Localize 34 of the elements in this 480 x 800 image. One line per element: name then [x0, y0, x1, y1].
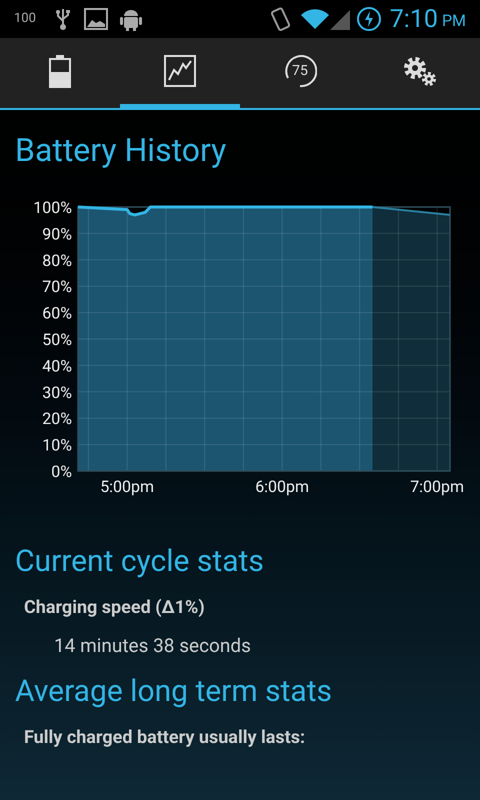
clock-am-pm: PM — [442, 13, 466, 29]
axis-label: 30% — [42, 382, 72, 402]
axis-label: 80% — [42, 250, 72, 270]
axis-label: 100% — [33, 198, 72, 217]
axis-label: 10% — [42, 436, 72, 455]
line-chart-icon — [164, 55, 196, 87]
gauge-value: 75 — [292, 62, 308, 80]
battery-percent-text: 100 — [14, 10, 36, 28]
page-title: Battery History — [15, 130, 228, 170]
clock-time: 7:10 — [390, 6, 438, 32]
charging-icon — [356, 6, 382, 32]
gauge-icon — [283, 54, 317, 88]
rotation-icon — [270, 6, 292, 32]
stat-label: Charging speed (Δ1%) — [24, 596, 206, 620]
battery-icon — [48, 54, 72, 88]
axis-label: 60% — [42, 304, 72, 323]
axis-label: 70% — [42, 277, 72, 296]
section-heading: Average long term stats — [15, 674, 333, 710]
axis-label: 0% — [51, 462, 72, 481]
usb-icon — [56, 7, 70, 31]
section-heading: Current cycle stats — [15, 544, 265, 580]
axis-label: 20% — [42, 409, 72, 428]
stat-label: Fully charged battery usually lasts: — [24, 726, 306, 750]
settings-icon — [402, 55, 438, 87]
axis-label: 6:00pm — [255, 477, 310, 496]
axis-label: 5:00pm — [100, 477, 154, 496]
image-icon — [84, 8, 108, 30]
axis-label: 7:00pm — [410, 477, 464, 496]
axis-label: 50% — [42, 330, 72, 349]
axis-label: 90% — [42, 224, 72, 244]
axis-label: 40% — [42, 356, 72, 376]
wifi-icon — [300, 7, 330, 31]
stat-value: 14 minutes 38 seconds — [54, 634, 252, 658]
robot-icon — [120, 7, 142, 31]
